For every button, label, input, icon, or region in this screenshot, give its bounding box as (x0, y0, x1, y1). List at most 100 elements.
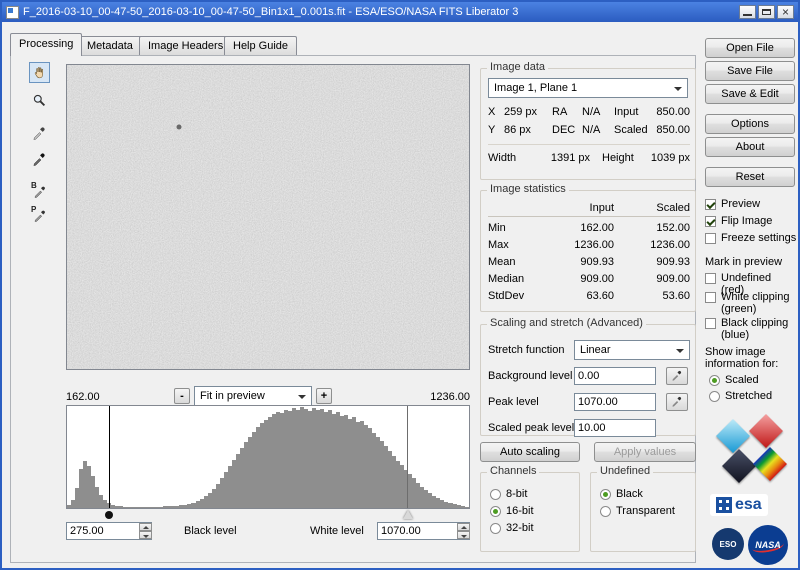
checkbox-box[interactable] (705, 318, 716, 329)
coordinate-row-x: X 259 px RA N/A Input 850.00 (488, 106, 690, 118)
peak-level-picker[interactable]: P (29, 204, 50, 225)
freeze-settings-checkbox[interactable]: Freeze settings (705, 232, 796, 244)
stats-scaled-header: Scaled (614, 202, 690, 217)
show-info-stretched-radio[interactable]: Stretched (709, 390, 772, 402)
stat-median-scaled: 909.00 (614, 273, 690, 285)
peak-level-input[interactable] (574, 393, 656, 411)
black-clipping-checkbox[interactable]: Black clipping (blue) (705, 317, 797, 341)
radio-circle[interactable] (490, 523, 501, 534)
histogram-bars[interactable] (67, 406, 469, 508)
scaled-peak-level-label: Scaled peak level (488, 422, 574, 434)
radio-label: Scaled (725, 374, 759, 386)
black-level-label: Black level (184, 525, 237, 537)
tab-processing[interactable]: Processing (10, 33, 82, 56)
undefined-black-radio[interactable]: Black (600, 488, 643, 500)
eso-logo-text: ESO (720, 540, 737, 549)
open-file-button[interactable]: Open File (705, 38, 795, 58)
channels-32bit-radio[interactable]: 32-bit (490, 522, 534, 534)
black-level-handle[interactable] (105, 511, 113, 519)
ra-label: RA (552, 106, 582, 118)
chevron-down-icon (298, 395, 306, 399)
level-slider-track[interactable] (66, 509, 470, 522)
eyedropper-small-icon (671, 395, 683, 410)
radio-circle[interactable] (490, 489, 501, 500)
tab-image-headers[interactable]: Image Headers (139, 36, 232, 55)
checkbox-box[interactable] (705, 273, 716, 284)
white-clipping-checkbox[interactable]: White clipping (green) (705, 291, 797, 315)
channels-16bit-radio[interactable]: 16-bit (490, 505, 534, 517)
black-level-marker[interactable] (109, 406, 110, 508)
zoom-in-button[interactable]: + (316, 388, 332, 404)
ra-value: N/A (582, 106, 614, 118)
tab-help-guide[interactable]: Help Guide (224, 36, 297, 55)
eyedropper-black-icon (32, 151, 47, 166)
minimize-button[interactable] (739, 5, 756, 19)
image-statistics-caption: Image statistics (487, 183, 569, 195)
plane-select[interactable]: Image 1, Plane 1 (488, 78, 688, 98)
scaled-value: 850.00 (654, 124, 690, 136)
channels-8bit-radio[interactable]: 8-bit (490, 488, 527, 500)
stat-max-label: Max (488, 239, 546, 251)
white-level-marker[interactable] (407, 406, 408, 508)
radio-circle[interactable] (490, 506, 501, 517)
apply-values-button[interactable]: Apply values (594, 442, 696, 462)
about-button[interactable]: About (705, 137, 795, 157)
logo-diamond-red (749, 414, 783, 448)
image-preview[interactable] (66, 64, 470, 370)
coordinate-row-y: Y 86 px DEC N/A Scaled 850.00 (488, 124, 690, 136)
minimize-icon (743, 14, 752, 16)
pick-background-button[interactable] (666, 367, 688, 385)
esa-logo: esa (710, 494, 768, 516)
reset-button[interactable]: Reset (705, 167, 795, 187)
image-data-separator (488, 144, 690, 145)
save-and-edit-button[interactable]: Save & Edit (705, 84, 795, 104)
stat-min-input: 162.00 (546, 222, 614, 234)
title-bar[interactable]: F_2016-03-10_00-47-50_2016-03-10_00-47-5… (2, 2, 798, 22)
maximize-button[interactable] (758, 5, 775, 19)
zoom-tool[interactable] (29, 90, 50, 111)
pick-peak-button[interactable] (666, 393, 688, 411)
radio-circle[interactable] (709, 375, 720, 386)
y-value: 86 px (504, 124, 552, 136)
white-level-picker[interactable] (29, 122, 50, 143)
checkbox-label: Preview (721, 198, 760, 210)
background-level-picker[interactable]: B (29, 180, 50, 201)
radio-circle[interactable] (600, 506, 611, 517)
save-file-button[interactable]: Save File (705, 61, 795, 81)
white-level-spinner[interactable] (457, 523, 470, 539)
close-icon: × (778, 5, 793, 19)
options-button[interactable]: Options (705, 114, 795, 134)
checkbox-box[interactable] (705, 233, 716, 244)
tab-metadata[interactable]: Metadata (78, 36, 142, 55)
nasa-logo: NASA (748, 525, 788, 565)
input-label: Input (614, 106, 654, 118)
black-level-picker[interactable] (29, 148, 50, 169)
background-level-label: Background level (488, 370, 572, 382)
checkbox-box[interactable] (705, 292, 716, 303)
show-info-scaled-radio[interactable]: Scaled (709, 374, 759, 386)
checkbox-box[interactable] (705, 199, 716, 210)
checkbox-box[interactable] (705, 216, 716, 227)
close-button[interactable]: × (777, 5, 794, 19)
auto-scaling-button[interactable]: Auto scaling (480, 442, 580, 462)
stat-stddev-input: 63.60 (546, 290, 614, 302)
histogram[interactable] (66, 405, 470, 509)
dark-spot (177, 125, 182, 130)
flip-image-checkbox[interactable]: Flip Image (705, 215, 772, 227)
background-level-input[interactable] (574, 367, 656, 385)
zoom-out-button[interactable]: - (174, 388, 190, 404)
stat-mean-label: Mean (488, 256, 546, 268)
black-level-spinner[interactable] (139, 523, 152, 539)
hand-tool[interactable] (29, 62, 50, 83)
histogram-zoom-select[interactable]: Fit in preview (194, 386, 312, 406)
stat-median-label: Median (488, 273, 546, 285)
radio-circle[interactable] (709, 391, 720, 402)
white-level-handle[interactable] (403, 510, 413, 519)
scaled-peak-level-input[interactable] (574, 419, 656, 437)
radio-circle[interactable] (600, 489, 611, 500)
preview-checkbox[interactable]: Preview (705, 198, 760, 210)
undefined-transparent-radio[interactable]: Transparent (600, 505, 675, 517)
scaling-caption: Scaling and stretch (Advanced) (487, 317, 646, 329)
stretch-function-select[interactable]: Linear (574, 340, 690, 360)
width-label: Width (488, 152, 528, 164)
